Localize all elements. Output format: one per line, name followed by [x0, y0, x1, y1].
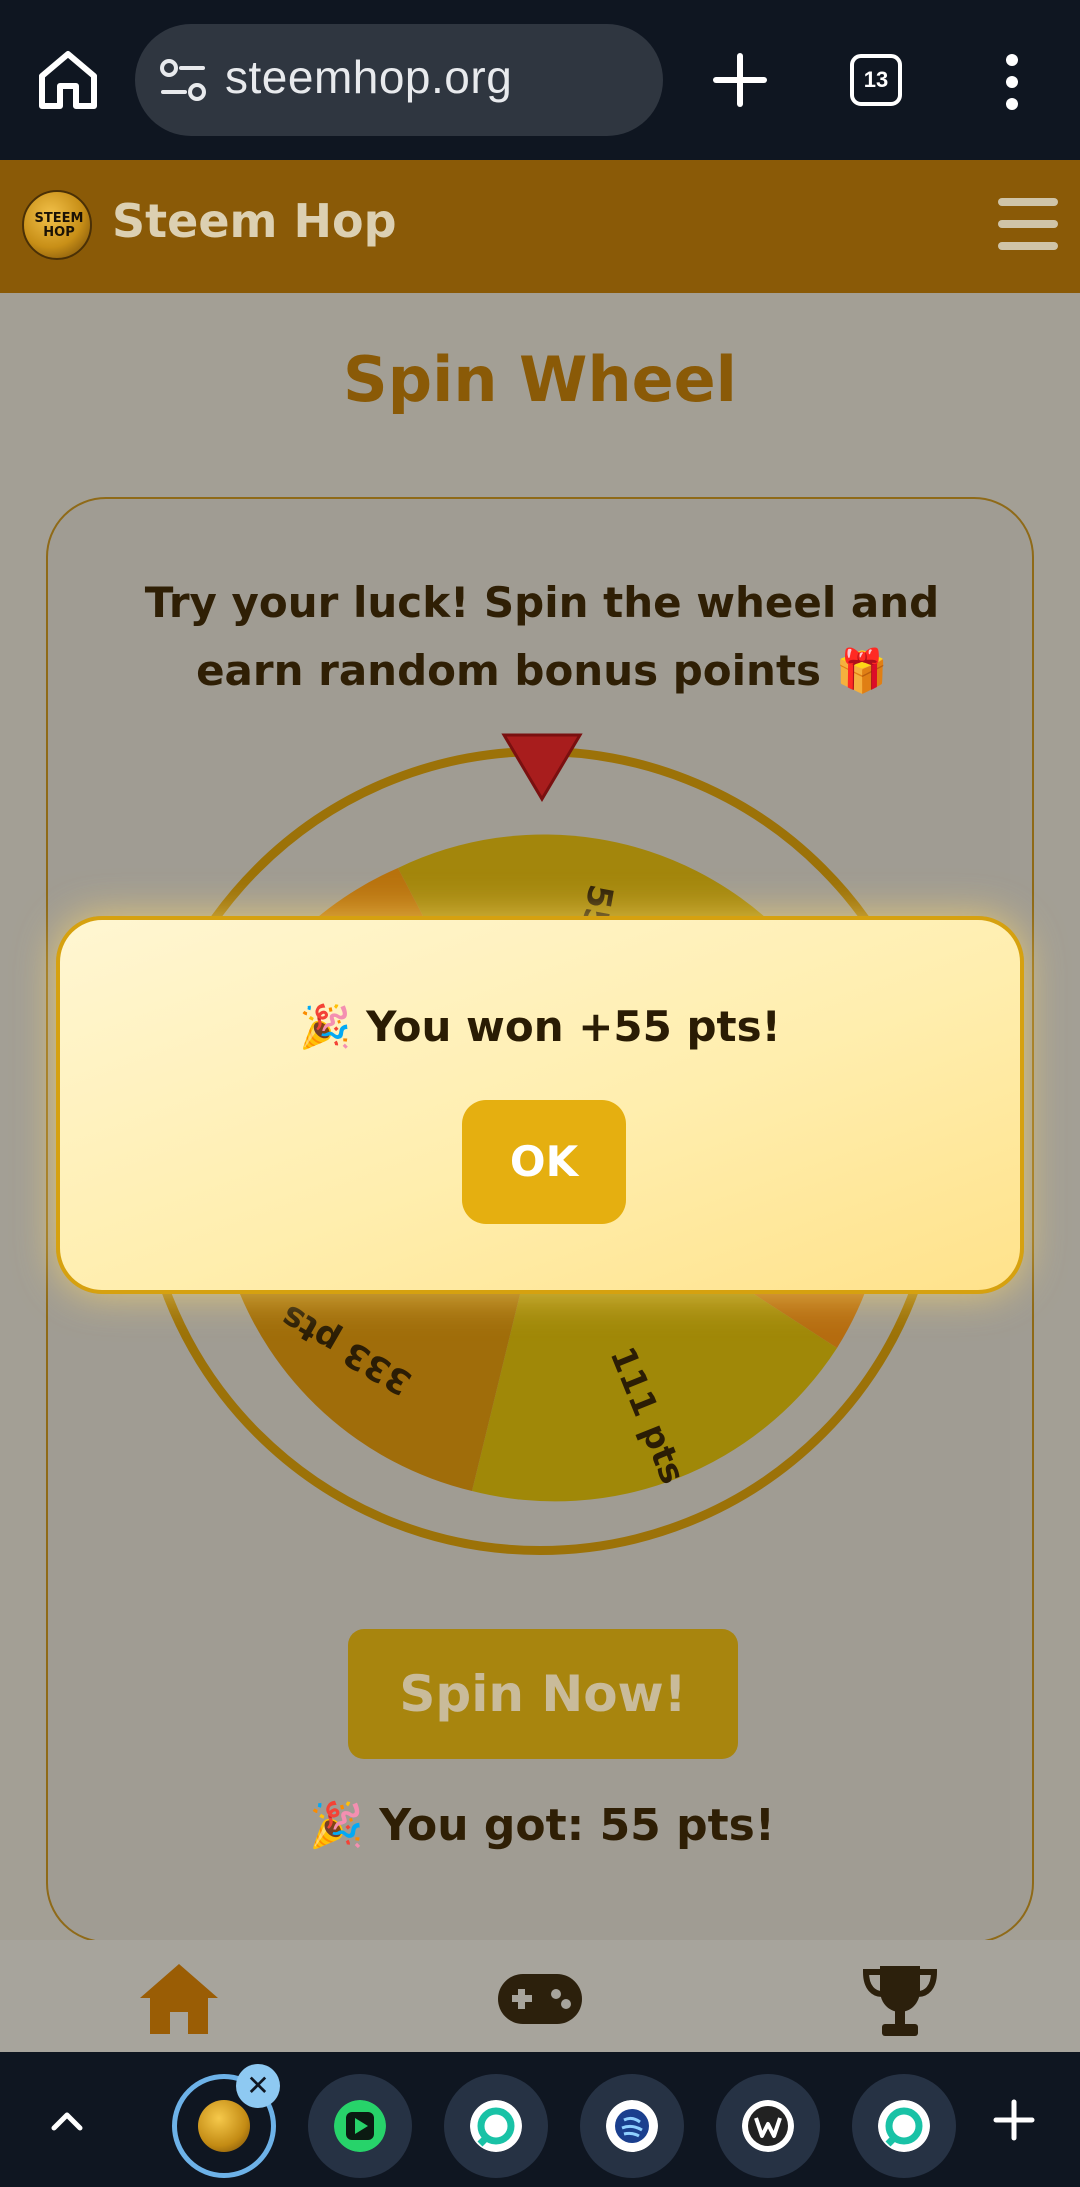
tab-steem-app[interactable] — [580, 2074, 684, 2178]
page-title: Spin Wheel — [343, 343, 737, 416]
tab-chat-app[interactable] — [444, 2074, 548, 2178]
ok-button[interactable]: OK — [462, 1100, 626, 1224]
gamepad-icon[interactable] — [496, 1972, 584, 2026]
site-title[interactable]: Steem Hop — [112, 194, 397, 248]
w-app-icon — [742, 2100, 794, 2152]
steemhop-logo-icon — [198, 2100, 250, 2152]
win-message: 🎉 You won +55 pts! — [299, 1002, 781, 1051]
chat-app-icon — [470, 2100, 522, 2152]
intro-text: Try your luck! Spin the wheel and earn r… — [144, 578, 940, 695]
chevron-up-icon[interactable] — [42, 2096, 92, 2146]
win-modal: 🎉 You won +55 pts! OK — [56, 916, 1024, 1294]
spin-now-button[interactable]: Spin Now! — [348, 1629, 738, 1759]
play-app-icon — [334, 2100, 386, 2152]
site-logo[interactable]: STEEM HOP — [22, 190, 92, 260]
trophy-icon[interactable] — [860, 1960, 940, 2040]
site-header: STEEM HOP Steem Hop — [0, 160, 1080, 293]
url-text[interactable]: steemhop.org — [225, 50, 512, 104]
steem-app-icon — [606, 2100, 658, 2152]
chat-app-icon — [878, 2100, 930, 2152]
logo-text-bottom: HOP — [43, 225, 75, 240]
tab-switcher-button[interactable]: 13 — [850, 54, 902, 106]
hamburger-menu-icon[interactable] — [998, 198, 1058, 254]
tab-chat-app-2[interactable] — [852, 2074, 956, 2178]
bottom-nav — [0, 1940, 1080, 2052]
wheel-pointer-icon — [501, 733, 583, 802]
add-tab-icon[interactable] — [990, 2096, 1038, 2144]
address-bar[interactable]: steemhop.org — [135, 24, 663, 136]
close-tab-icon[interactable]: ✕ — [236, 2064, 280, 2108]
tab-w-app[interactable] — [716, 2074, 820, 2178]
spin-result-text: 🎉 You got: 55 pts! — [309, 1800, 775, 1851]
browser-toolbar: steemhop.org 13 — [0, 0, 1080, 160]
home-icon[interactable] — [136, 1960, 222, 2036]
tab-strip: ✕ — [0, 2052, 1080, 2187]
home-icon[interactable] — [28, 40, 108, 120]
logo-text-top: STEEM — [34, 211, 84, 226]
new-tab-icon[interactable] — [700, 40, 780, 120]
tab-play-app[interactable] — [308, 2074, 412, 2178]
site-settings-icon[interactable] — [157, 54, 209, 106]
overflow-menu-icon[interactable] — [990, 52, 1034, 112]
